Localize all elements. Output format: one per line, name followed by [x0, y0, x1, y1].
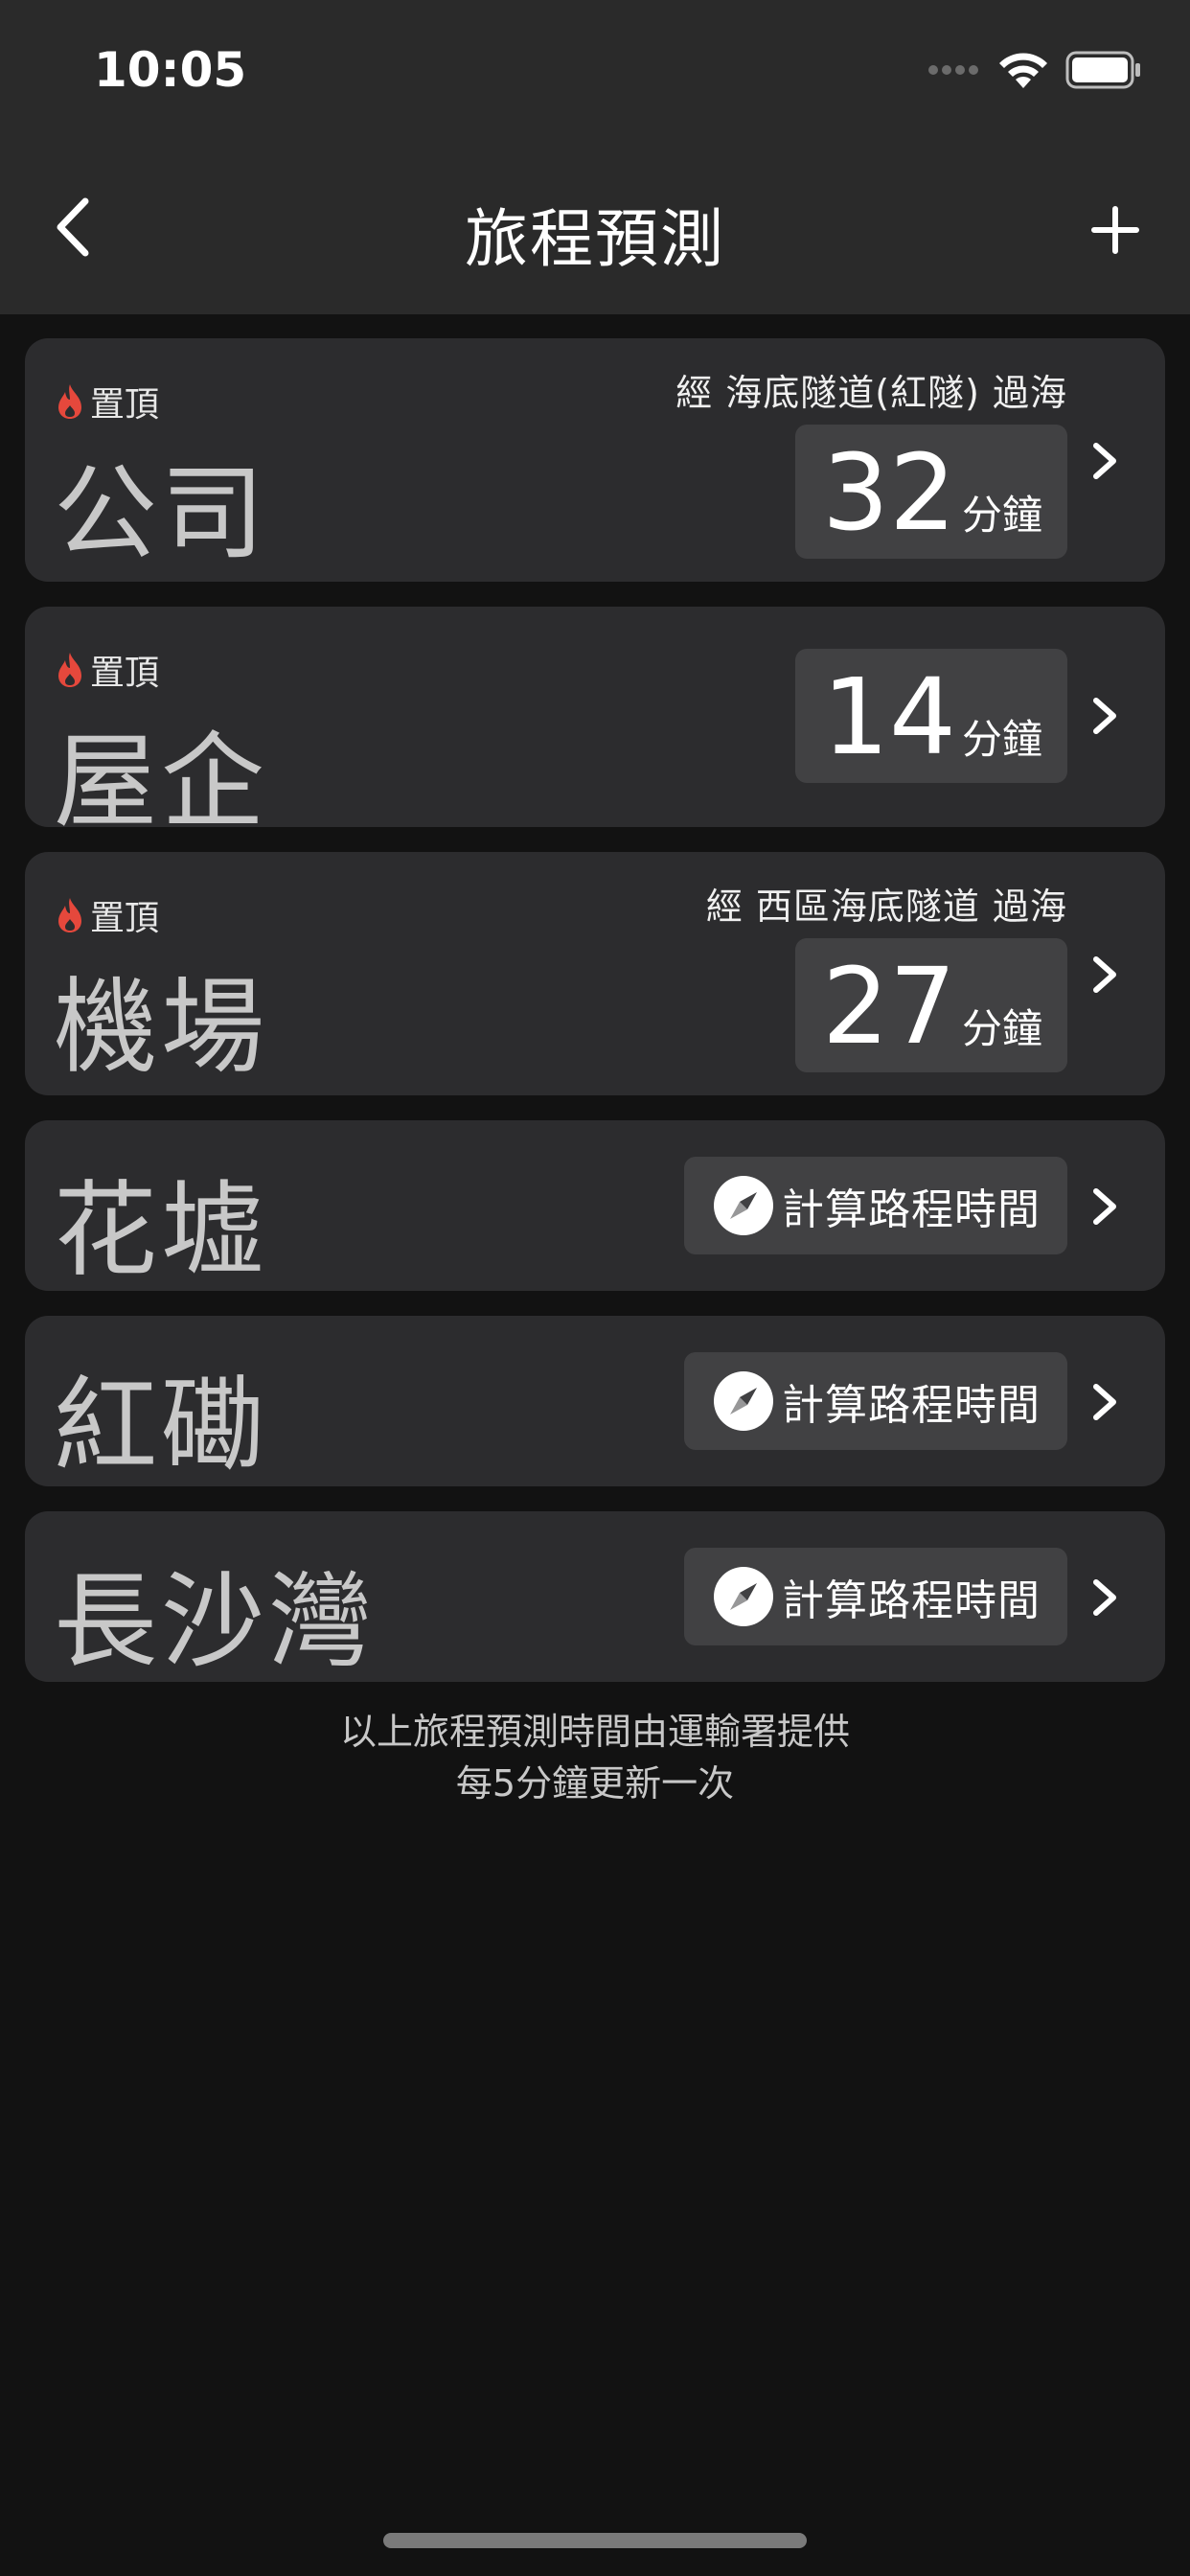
calculate-route-label: 計算路程時間 [782, 1576, 1041, 1625]
home-indicator[interactable] [383, 2533, 807, 2548]
destination-card-hung-hom[interactable]: 紅磡 計算路程時間 [25, 1316, 1165, 1486]
page-title: 旅程預測 [465, 202, 725, 276]
eta-minutes: 32 [822, 431, 956, 554]
eta-unit: 分鐘 [961, 492, 1042, 539]
destination-name: 公司 [54, 454, 269, 574]
destination-card-home[interactable]: 置頂 屋企 14 分鐘 [25, 607, 1165, 842]
calculate-route-button[interactable]: 計算路程時間 [684, 1157, 1067, 1254]
destination-name: 花墟 [54, 1171, 269, 1291]
calculate-route-label: 計算路程時間 [782, 1185, 1041, 1234]
chevron-right-icon [1093, 1384, 1116, 1420]
route-note: 經 西區海底隧道 過海 [705, 886, 1067, 928]
flame-icon [58, 653, 81, 687]
signal-dots-icon [928, 65, 978, 75]
eta-unit: 分鐘 [961, 1005, 1042, 1052]
pinned-badge: 置頂 [56, 645, 159, 695]
eta-box: 32 分鐘 [795, 425, 1067, 559]
destination-card-company[interactable]: 置頂 公司 經 海底隧道(紅隧) 過海 32 分鐘 [25, 338, 1165, 582]
destination-name: 機場 [54, 968, 269, 1088]
add-button[interactable] [1079, 194, 1152, 266]
destination-name: 紅磡 [54, 1367, 269, 1486]
calculate-route-button[interactable]: 計算路程時間 [684, 1548, 1067, 1645]
nav-bar: 旅程預測 [0, 144, 1190, 314]
pinned-badge: 置頂 [56, 377, 159, 426]
route-note: 經 海底隧道(紅隧) 過海 [675, 372, 1067, 414]
pinned-label: 置頂 [90, 899, 160, 938]
chevron-right-icon [1093, 698, 1116, 734]
compass-icon [714, 1567, 773, 1626]
footer-note: 以上旅程預測時間由運輸署提供 每5分鐘更新一次 [0, 1706, 1190, 1809]
flame-icon [58, 384, 81, 419]
chevron-right-icon [1093, 1188, 1116, 1225]
chevron-right-icon [1093, 956, 1116, 993]
status-icons [927, 50, 1142, 90]
battery-icon [1065, 51, 1140, 89]
eta-minutes: 14 [822, 656, 956, 778]
chevron-right-icon [1093, 1579, 1116, 1616]
footer-line-source: 以上旅程預測時間由運輸署提供 [339, 1711, 850, 1753]
calculate-route-button[interactable]: 計算路程時間 [684, 1352, 1067, 1450]
destination-card-flower-market[interactable]: 花墟 計算路程時間 [25, 1120, 1165, 1291]
chevron-right-icon [1093, 443, 1116, 479]
destination-name: 屋企 [54, 723, 269, 842]
destination-card-airport[interactable]: 置頂 機場 經 西區海底隧道 過海 27 分鐘 [25, 852, 1165, 1095]
pinned-label: 置頂 [90, 654, 160, 693]
calculate-route-label: 計算路程時間 [782, 1381, 1041, 1430]
destination-list: 置頂 公司 經 海底隧道(紅隧) 過海 32 分鐘 置頂 屋企 14 分鐘 置頂… [25, 338, 1165, 1707]
plus-icon [1091, 206, 1139, 254]
footer-line-refresh: 每5分鐘更新一次 [455, 1762, 735, 1805]
wifi-icon [999, 53, 1047, 88]
pinned-badge: 置頂 [56, 890, 159, 940]
compass-icon [714, 1371, 773, 1431]
eta-minutes: 27 [822, 945, 956, 1068]
pinned-label: 置頂 [90, 385, 160, 425]
status-bar: 10:05 [0, 0, 1190, 144]
eta-box: 14 分鐘 [795, 649, 1067, 783]
eta-unit: 分鐘 [961, 716, 1042, 763]
flame-icon [58, 898, 81, 932]
compass-icon [714, 1176, 773, 1235]
status-time: 10:05 [94, 42, 247, 98]
destination-card-cheung-sha-wan[interactable]: 長沙灣 計算路程時間 [25, 1511, 1165, 1682]
destination-name: 長沙灣 [54, 1562, 377, 1682]
eta-box: 27 分鐘 [795, 938, 1067, 1072]
